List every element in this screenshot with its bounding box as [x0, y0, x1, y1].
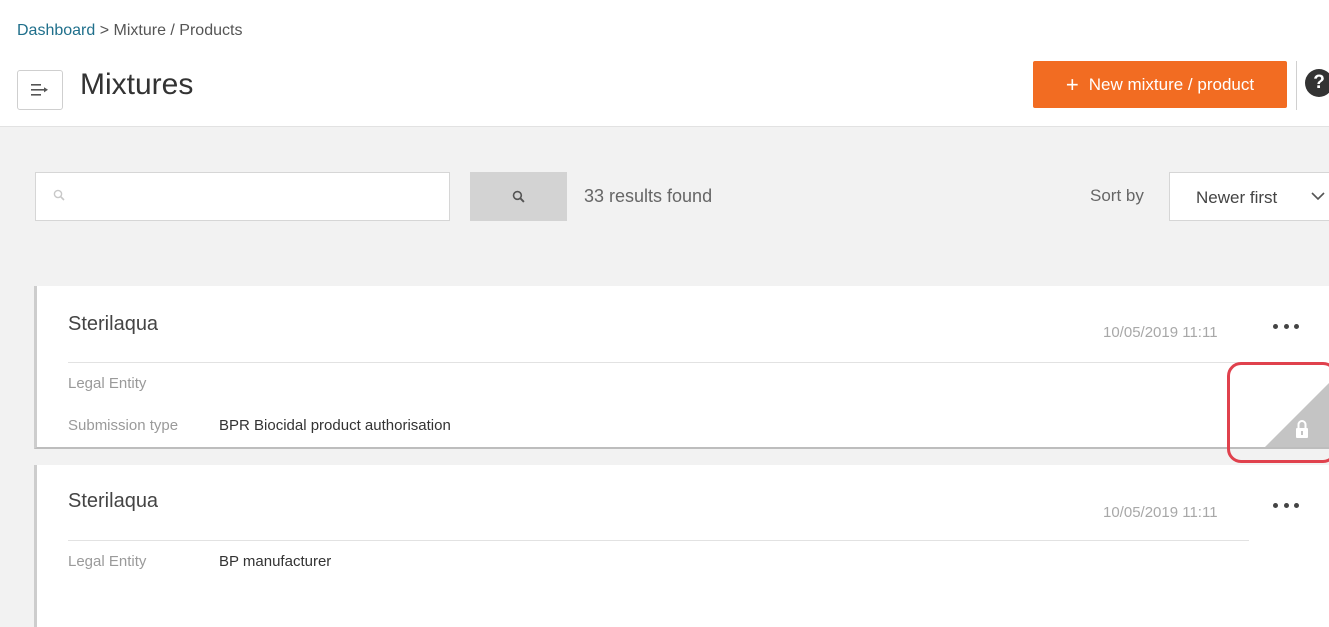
breadcrumb-current: Mixture / Products [113, 22, 243, 39]
plus-icon: + [1065, 71, 1079, 97]
header-divider [1296, 61, 1297, 110]
submission-type-label: Submission type [68, 417, 179, 434]
sort-label: Sort by [1090, 186, 1144, 205]
mixture-card[interactable]: Sterilaqua 10/05/2019 11:11 Legal Entity… [34, 465, 1329, 627]
results-count: 33 results found [584, 186, 713, 206]
new-mixture-button[interactable]: + New mixture / product [1033, 61, 1287, 108]
menu-toggle-icon [31, 84, 48, 96]
help-icon[interactable]: ? [1305, 69, 1329, 97]
sort-selected-value: Newer first [1196, 188, 1278, 207]
card-divider [68, 540, 1249, 541]
chevron-down-icon [1311, 192, 1325, 201]
breadcrumb: Dashboard > Mixture / Products [17, 22, 242, 40]
breadcrumb-separator: > [95, 22, 114, 39]
search-icon [53, 189, 65, 201]
card-date: 10/05/2019 11:11 [1103, 504, 1218, 521]
legal-entity-label: Legal Entity [68, 553, 147, 570]
highlight-annotation [1227, 362, 1329, 463]
more-options-icon[interactable] [1271, 498, 1301, 512]
search-input[interactable] [72, 173, 442, 220]
legal-entity-label: Legal Entity [68, 375, 147, 392]
new-mixture-button-label: New mixture / product [1088, 74, 1255, 94]
page-header: Dashboard > Mixture / Products Mixtures … [0, 0, 1329, 127]
search-icon [512, 190, 525, 203]
search-button[interactable] [470, 172, 567, 221]
page-title: Mixtures [80, 68, 194, 101]
more-options-icon[interactable] [1271, 319, 1301, 333]
card-title[interactable]: Sterilaqua [68, 313, 158, 336]
menu-toggle-button[interactable] [17, 70, 63, 110]
card-title[interactable]: Sterilaqua [68, 490, 158, 513]
submission-type-value: BPR Biocidal product authorisation [219, 417, 451, 434]
sort-select[interactable]: Newer first [1169, 172, 1329, 221]
search-field[interactable] [35, 172, 450, 221]
card-divider [68, 362, 1249, 363]
breadcrumb-dashboard-link[interactable]: Dashboard [17, 22, 95, 39]
mixture-card[interactable]: Sterilaqua 10/05/2019 11:11 Legal Entity… [34, 286, 1329, 449]
legal-entity-value: BP manufacturer [219, 553, 332, 570]
card-date: 10/05/2019 11:11 [1103, 324, 1218, 341]
